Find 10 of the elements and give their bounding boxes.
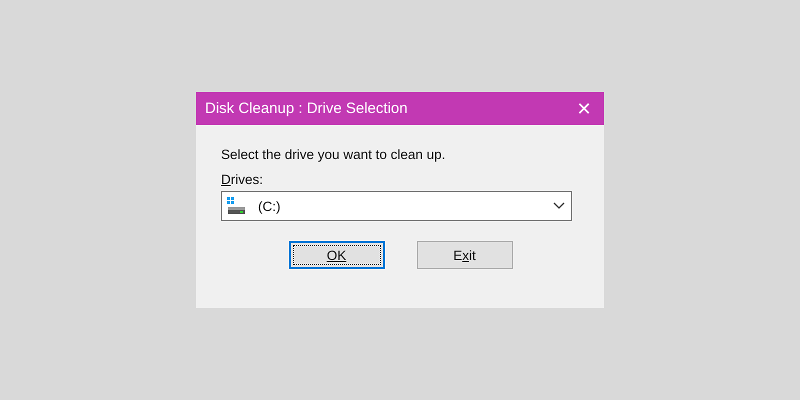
drives-label: Drives:: [221, 172, 264, 187]
exit-button[interactable]: Exit: [416, 241, 512, 269]
instruction-text: Select the drive you want to clean up.: [221, 147, 446, 162]
drive-icon: [226, 197, 246, 215]
chevron-down-icon: [553, 202, 565, 210]
drive-dropdown[interactable]: (C:): [221, 191, 572, 221]
drive-value: (C:): [258, 198, 282, 214]
ok-button[interactable]: OK: [288, 241, 384, 269]
close-button[interactable]: ✕: [564, 92, 604, 125]
window-title: Disk Cleanup : Drive Selection: [205, 100, 408, 117]
